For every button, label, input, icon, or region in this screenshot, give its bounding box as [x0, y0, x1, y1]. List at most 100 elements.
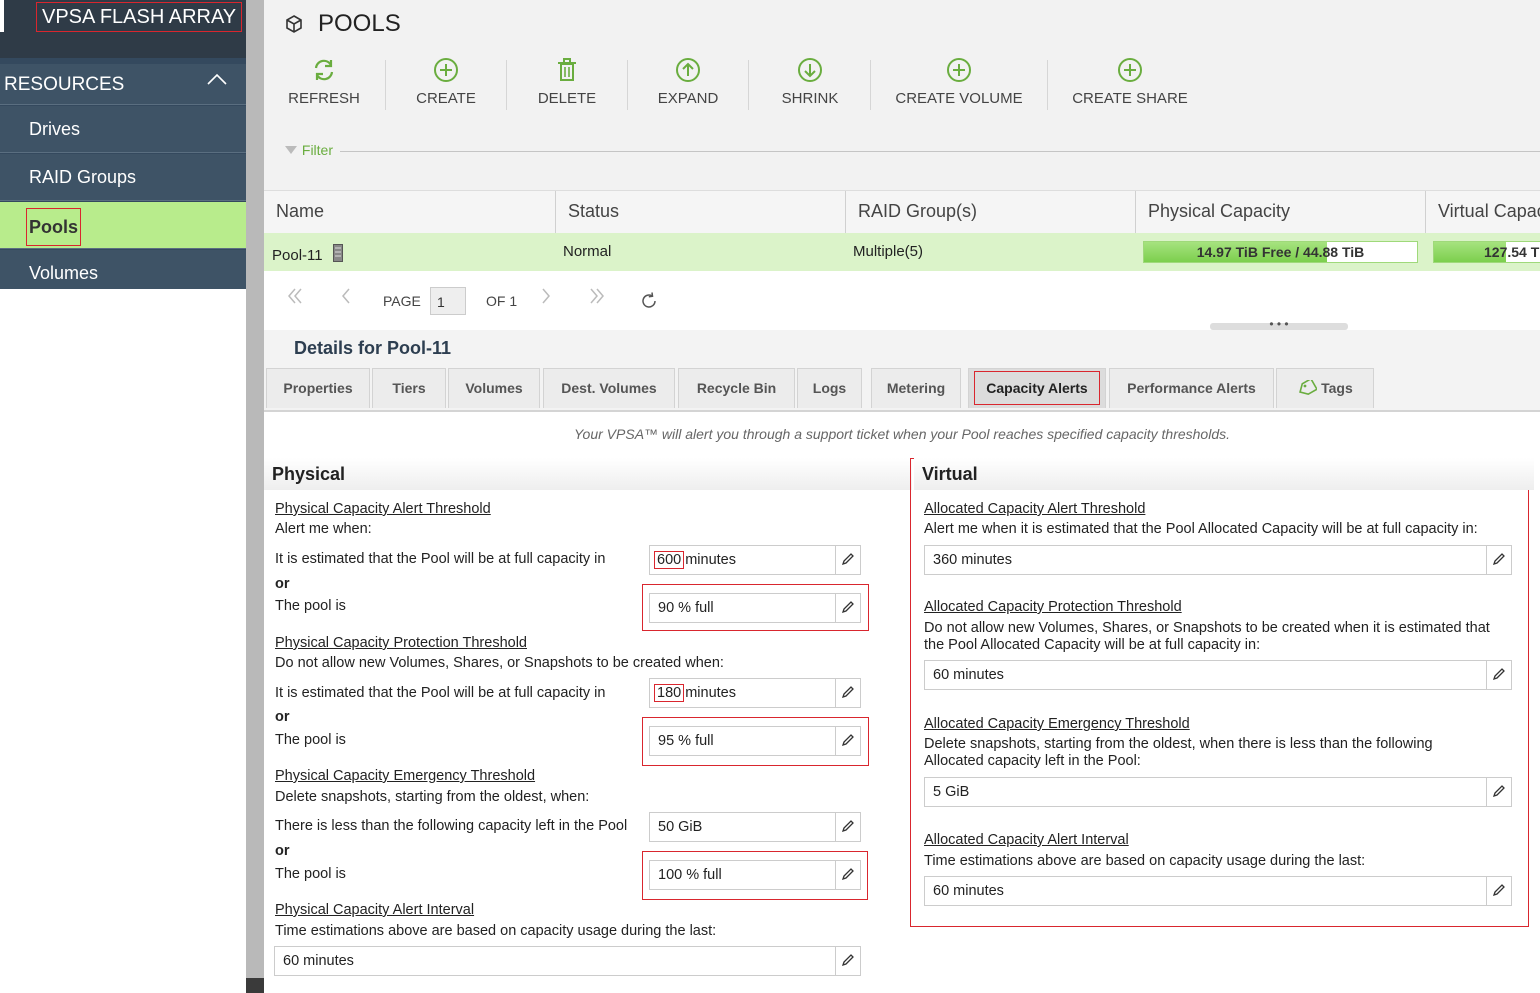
pencil-icon[interactable]: [835, 813, 860, 841]
physical-alert-threshold-link[interactable]: Physical Capacity Alert Threshold: [275, 501, 491, 517]
physical-protection-threshold-link[interactable]: Physical Capacity Protection Threshold: [275, 635, 527, 651]
tab-tiers[interactable]: Tiers: [372, 368, 446, 408]
sidebar-item-raid-groups[interactable]: RAID Groups: [0, 154, 246, 201]
last-page-icon[interactable]: [588, 287, 606, 311]
pencil-icon[interactable]: [835, 947, 860, 975]
allocated-protection-value: 60 minutes: [933, 667, 1004, 683]
pencil-icon[interactable]: [1486, 778, 1511, 806]
tab-capacity-alerts-label: Capacity Alerts: [974, 371, 1100, 405]
column-header-virtual-capacity[interactable]: Virtual Capac: [1426, 191, 1540, 233]
allocated-emergency-field[interactable]: 5 GiB: [924, 777, 1512, 807]
create-button[interactable]: CREATE: [412, 52, 480, 122]
physical-emergency-full-field[interactable]: 100 % full: [649, 860, 861, 890]
sidebar-item-pools[interactable]: Pools: [0, 202, 246, 249]
physical-protection-minutes-field[interactable]: 180 minutes: [649, 678, 861, 708]
pencil-icon[interactable]: [1486, 661, 1511, 689]
allocated-emergency-threshold-link[interactable]: Allocated Capacity Emergency Threshold: [924, 716, 1190, 732]
pencil-icon[interactable]: [835, 679, 860, 707]
tab-recycle-bin[interactable]: Recycle Bin: [678, 368, 795, 408]
tab-metering[interactable]: Metering: [871, 368, 961, 408]
column-header-status[interactable]: Status: [556, 191, 846, 233]
pencil-icon[interactable]: [1486, 546, 1511, 574]
column-header-name[interactable]: Name: [264, 191, 556, 233]
create-label: CREATE: [416, 90, 476, 107]
pencil-icon[interactable]: [835, 546, 860, 574]
allocated-interval-value: 60 minutes: [933, 883, 1004, 899]
first-page-icon[interactable]: [286, 287, 304, 311]
sidebar-splitter[interactable]: [246, 0, 264, 993]
create-volume-button[interactable]: CREATE VOLUME: [892, 52, 1026, 122]
pencil-icon[interactable]: [835, 594, 860, 622]
plus-circle-icon: [1070, 56, 1190, 84]
tab-volumes[interactable]: Volumes: [448, 368, 540, 408]
toolbar-divider: [1047, 60, 1048, 110]
tab-performance-alerts[interactable]: Performance Alerts: [1109, 368, 1274, 408]
allocated-protection-desc-1: Do not allow new Volumes, Shares, or Sna…: [924, 620, 1490, 636]
triangle-down-icon: [285, 146, 297, 154]
tab-capacity-alerts[interactable]: Capacity Alerts: [968, 368, 1106, 408]
physical-interval-field[interactable]: 60 minutes: [274, 946, 861, 976]
table-row[interactable]: Pool-11 Normal Multiple(5) 14.97 TiB Fre…: [264, 233, 1540, 271]
grid-header: Name Status RAID Group(s) Physical Capac…: [264, 190, 1540, 234]
pool-is-label: The pool is: [275, 866, 346, 882]
pool-is-label: The pool is: [275, 732, 346, 748]
splitter-footer: [246, 978, 264, 993]
delete-button[interactable]: DELETE: [534, 52, 600, 122]
page-number-value: 1: [437, 294, 445, 310]
prev-page-icon[interactable]: [340, 287, 352, 311]
pencil-icon[interactable]: [1486, 877, 1511, 905]
filter-toggle[interactable]: Filter: [284, 142, 333, 158]
pool-status: Normal: [563, 243, 612, 260]
refresh-label: REFRESH: [288, 90, 360, 107]
allocated-alert-field[interactable]: 360 minutes: [924, 545, 1512, 575]
column-header-raid-groups[interactable]: RAID Group(s): [846, 191, 1136, 233]
chevron-up-icon[interactable]: [206, 72, 228, 91]
allocated-protection-field[interactable]: 60 minutes: [924, 660, 1512, 690]
resources-section-header[interactable]: RESOURCES: [0, 64, 246, 105]
create-share-button[interactable]: CREATE SHARE: [1070, 52, 1190, 122]
tab-dest-volumes[interactable]: Dest. Volumes: [543, 368, 675, 408]
toolbar-divider: [870, 60, 871, 110]
sidebar-item-label: Pools: [26, 208, 82, 246]
allocated-interval-field[interactable]: 60 minutes: [924, 876, 1512, 906]
toolbar-divider: [506, 60, 507, 110]
physical-alert-interval-link[interactable]: Physical Capacity Alert Interval: [275, 902, 474, 918]
allocated-alert-threshold-link[interactable]: Allocated Capacity Alert Threshold: [924, 501, 1145, 517]
shrink-button[interactable]: SHRINK: [776, 52, 844, 122]
toolbar-divider: [385, 60, 386, 110]
physical-emergency-threshold-link[interactable]: Physical Capacity Emergency Threshold: [275, 768, 535, 784]
allocated-alert-desc: Alert me when it is estimated that the P…: [924, 521, 1478, 537]
sidebar-item-label: RAID Groups: [29, 167, 137, 187]
tab-logs[interactable]: Logs: [797, 368, 862, 408]
page-header: POOLS REFRESH CREATE DELETE EXPAND SHRIN…: [264, 0, 1540, 190]
physical-alert-full-field[interactable]: 90 % full: [649, 593, 861, 623]
sidebar-item-volumes[interactable]: Volumes: [0, 250, 246, 290]
pencil-icon[interactable]: [835, 861, 860, 889]
physical-capacity-bar: 14.97 TiB Free / 44.88 TiB: [1143, 241, 1418, 263]
page-number-input[interactable]: 1: [430, 287, 466, 315]
panel-resize-handle[interactable]: • • •: [1210, 318, 1348, 330]
next-page-icon[interactable]: [540, 287, 552, 311]
allocated-alert-interval-link[interactable]: Allocated Capacity Alert Interval: [924, 832, 1129, 848]
tab-tags[interactable]: Tags: [1276, 368, 1374, 408]
virtual-capacity-bar: 127.54 T: [1433, 241, 1540, 263]
arrow-up-circle-icon: [654, 56, 722, 84]
allocated-protection-threshold-link[interactable]: Allocated Capacity Protection Threshold: [924, 599, 1182, 615]
physical-emergency-capacity-field[interactable]: 50 GiB: [649, 812, 861, 842]
physical-alert-minutes-field[interactable]: 600 minutes: [649, 545, 861, 575]
refresh-button[interactable]: REFRESH: [288, 52, 360, 122]
sidebar-item-label: Volumes: [29, 263, 99, 283]
allocated-protection-desc-2: the Pool Allocated Capacity will be at f…: [924, 637, 1261, 653]
column-header-physical-capacity[interactable]: Physical Capacity: [1136, 191, 1426, 233]
physical-protection-minutes-value: 180 minutes: [654, 679, 736, 707]
page-title: POOLS: [318, 10, 401, 37]
brand-mark: [0, 0, 4, 32]
reload-icon[interactable]: [640, 292, 658, 316]
pencil-icon[interactable]: [835, 727, 860, 755]
expand-button[interactable]: EXPAND: [654, 52, 722, 122]
brand-bar: VPSA FLASH ARRAY: [0, 0, 246, 58]
physical-protection-full-field[interactable]: 95 % full: [649, 726, 861, 756]
sidebar-item-drives[interactable]: Drives: [0, 106, 246, 153]
virtual-capacity-text: 127.54 T: [1484, 244, 1540, 260]
tab-properties[interactable]: Properties: [266, 368, 370, 408]
